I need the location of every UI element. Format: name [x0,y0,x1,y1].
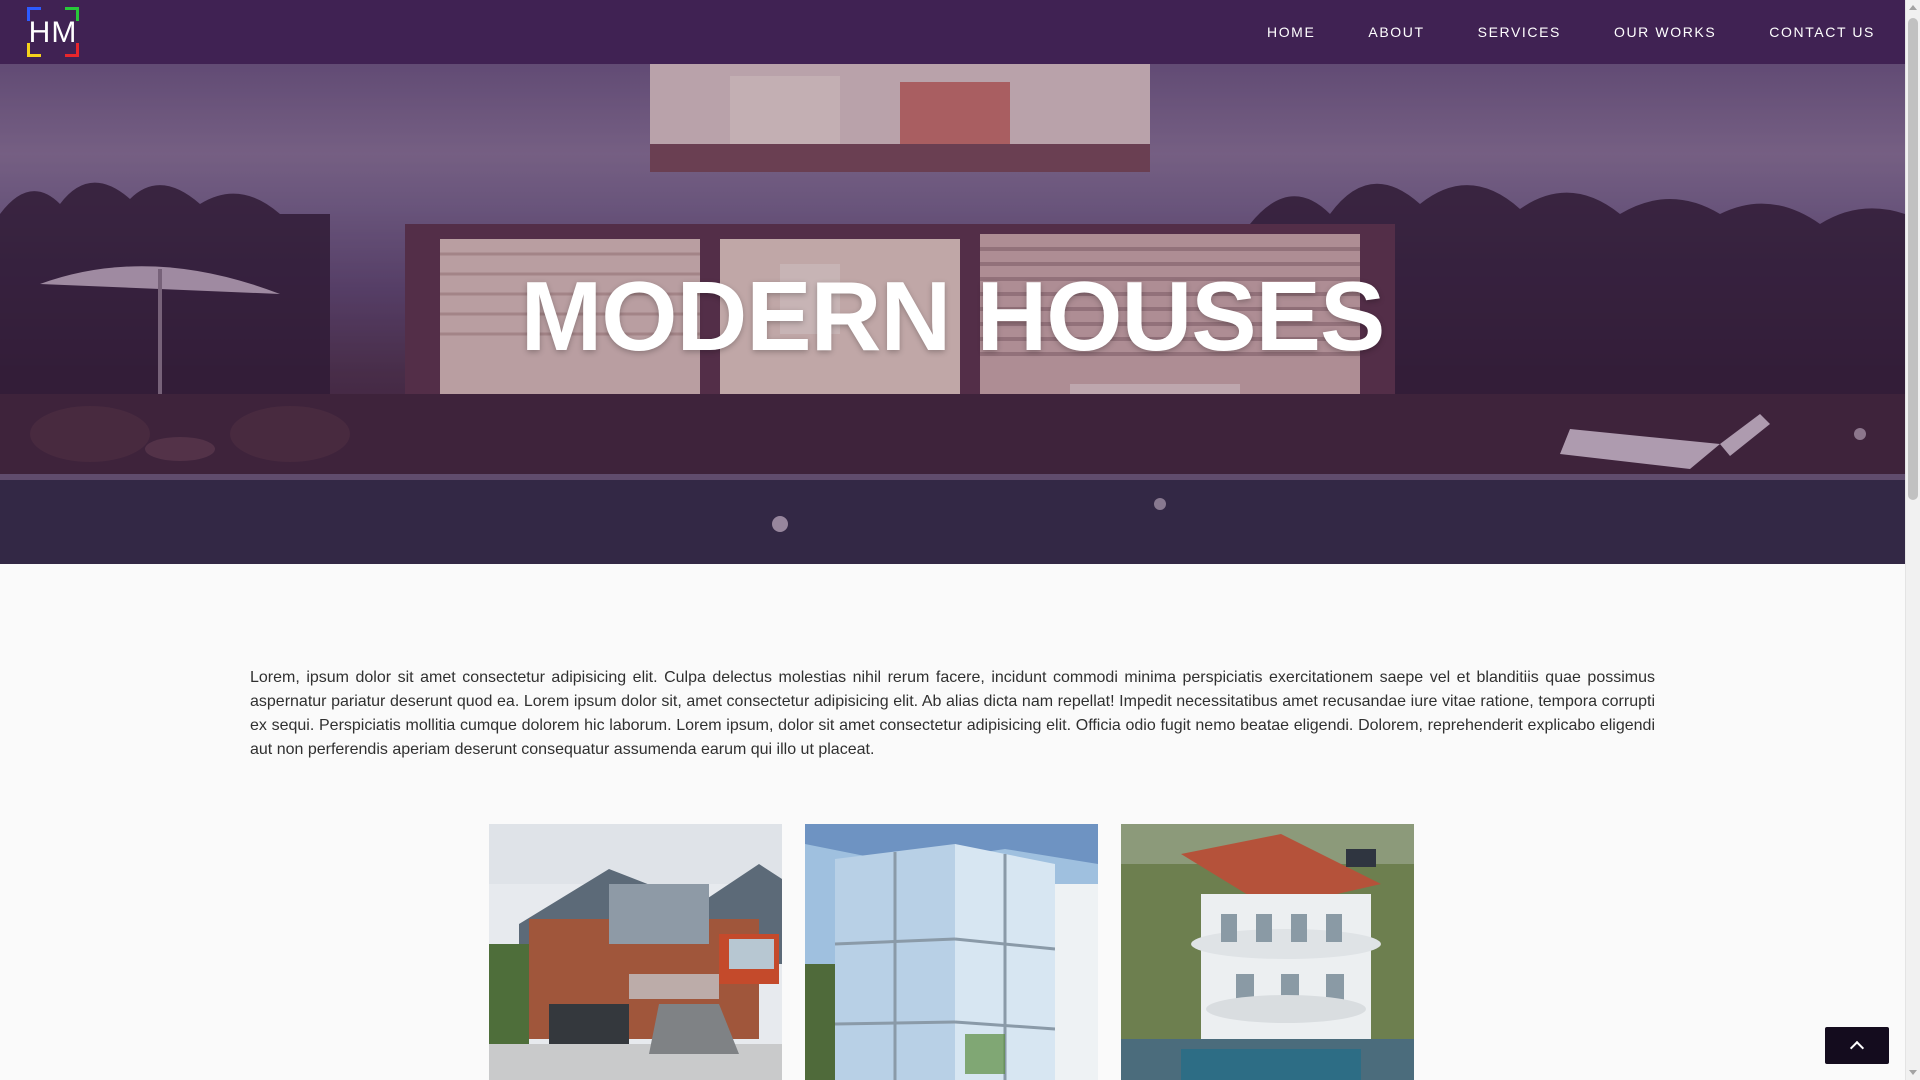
scroll-up-icon[interactable] [1909,5,1917,10]
intro-paragraph: Lorem, ipsum dolor sit amet consectetur … [250,669,1655,758]
house-gallery [489,824,1414,1080]
logo-text: HM [28,16,78,49]
scrollbar-thumb[interactable] [1908,18,1918,500]
gallery-item-2[interactable] [805,824,1098,1080]
gallery-item-3[interactable] [1121,824,1414,1080]
house-photo-3 [1121,824,1414,1080]
hero-title: MODERN HOUSES [520,261,1386,371]
nav-home-link[interactable]: HOME [1267,24,1315,40]
nav-services-link[interactable]: SERVICES [1478,24,1561,40]
navbar: HM HOME ABOUT SERVICES OUR WORKS CONTACT… [0,0,1905,64]
main-nav: HOME ABOUT SERVICES OUR WORKS CONTACT US [1214,0,1875,64]
page: HM HOME ABOUT SERVICES OUR WORKS CONTACT… [0,0,1920,1080]
hero-banner: MODERN HOUSES [0,64,1905,564]
nav-our-works-link[interactable]: OUR WORKS [1614,24,1716,40]
house-photo-1 [489,824,782,1080]
chevron-up-icon [1849,1040,1865,1056]
nav-about-link[interactable]: ABOUT [1368,24,1424,40]
vertical-scrollbar[interactable] [1905,0,1920,1080]
house-photo-2 [805,824,1098,1080]
logo[interactable]: HM [27,7,79,57]
nav-contact-us-link[interactable]: CONTACT US [1769,24,1875,40]
scroll-down-icon[interactable] [1909,1070,1917,1075]
back-to-top-button[interactable] [1825,1027,1889,1064]
gallery-item-1[interactable] [489,824,782,1080]
